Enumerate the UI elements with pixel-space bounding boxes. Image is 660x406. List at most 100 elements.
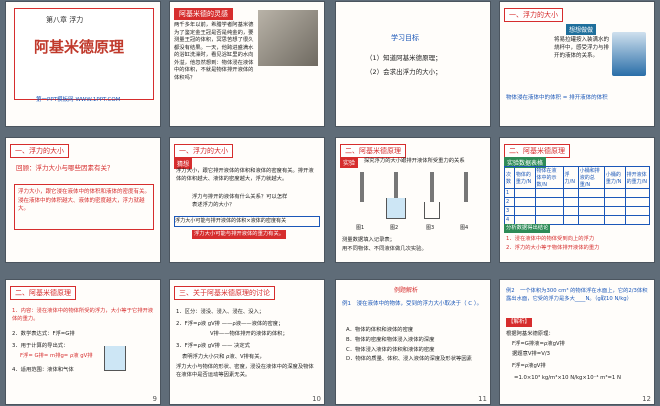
slide-thumbnail-12[interactable]: 例2 一个体积为300 cm³ 的物体浮在水面上，它的2/3体积露出水面，它受的… [500, 280, 654, 404]
beaker-photo-image [612, 32, 646, 76]
footnote-1: 测量数据填入记录表； [342, 237, 395, 243]
formula-text: F浮= G排= m排g= ρ液 gV排 [20, 353, 93, 359]
slide-body-text: 探究浮力的大小跟排开液体所受重力的关系 [364, 158, 465, 164]
solution-line-3: 据题意V排=V/3 [512, 351, 551, 357]
slide-header: 一、浮力的大小 [10, 144, 69, 158]
row-index: 2 [504, 197, 515, 207]
content-line-3: V排——物体排开的液体的体积； [210, 331, 288, 337]
spring-scale-3 [430, 172, 434, 202]
slide-thumbnail-1[interactable]: 第八章 浮力 阿基米德原理 第一PPT模板网-WWW.1PPT.COM [6, 2, 160, 126]
solution-line-2: F浮=G排液=ρ液gV排 [512, 341, 565, 347]
analysis-label: 分析数据得出结论 [504, 224, 551, 233]
beaker-3 [424, 202, 440, 219]
slide-header: 一、浮力的大小 [504, 8, 563, 22]
content-line-5: 表明浮力大小只和 ρ液、V排有关， [182, 354, 265, 360]
slide-number: 11 [478, 395, 487, 403]
content-line-3: 3．用于计算的导出式： [12, 343, 69, 349]
slide-thumbnail-6[interactable]: 一、浮力的大小 猜想 浮力大小，跟它排开液体的体积和液体的密度有关。排开液体的体… [170, 138, 324, 262]
col-header: 物体在液体中的示数/N [534, 166, 564, 189]
footer-text: 第一PPT模板网-WWW.1PPT.COM [36, 97, 121, 103]
solution-line-4: F浮=ρ液gV排 [512, 363, 546, 369]
col-header: 小桶的重力/N [603, 166, 626, 189]
fig-label-4: 图4 [460, 225, 469, 231]
section-tag: 想想做做 [566, 24, 597, 35]
fig-label-3: 图3 [426, 225, 435, 231]
col-header: 次数 [504, 166, 515, 189]
slide-header: 一、浮力的大小 [174, 144, 233, 158]
content-line-2: 2．数学表达式：F浮=G排 [12, 331, 75, 337]
option-d: D．物体的质量、体积、浸入液体的深度及形状等因素 [346, 356, 472, 362]
slide-title: 阿基米德原理 [34, 38, 125, 56]
section-tag: 实验 [340, 157, 359, 168]
hypothesis-1: 浮力大小可能与排开液体的体积×液体的密度有关 [174, 216, 320, 227]
slide-thumbnail-10[interactable]: 三、关于阿基米德原理的讨论 1．区分：浸没、浸入、浸在、没入； 2．F浮=ρ液 … [170, 280, 324, 404]
slide-header: 二、阿基米德原理 [340, 144, 406, 158]
slide-number: 9 [152, 395, 157, 403]
table-header-row: 次数 物体的重力/N 物体在液体中的示数/N 浮力/N 小桶和排液的总重/N 小… [504, 166, 651, 189]
slide-header: 二、阿基米德原理 [504, 144, 570, 158]
table-row: 3 [504, 206, 651, 216]
experiment-diagram [346, 172, 476, 224]
beaker-2 [386, 198, 406, 219]
solution-line-5: =1.0×10³ kg/m³×10 N/kg×10⁻⁴ m³=1 N [514, 375, 621, 381]
goal-2: （2）会求出浮力的大小； [366, 68, 442, 76]
answer-text: 浮力大小，跟它浸在液体中的体积和液体的密度有关。浸在液体中的体积越大、液体的密度… [18, 189, 151, 212]
row-index: 1 [504, 188, 515, 198]
hypothesis-2: 浮力大小可能与排开液体的重力有关。 [192, 230, 287, 239]
conclusion-1: 1．浸在液体中的物体受到向上的浮力 [506, 236, 595, 242]
footnote-2: 用不同物体、不同液体做几次实验。 [342, 246, 427, 252]
archimedes-portrait-image [258, 10, 318, 66]
caption-text: 物体浸在液体中的体积 = 排开液体的体积 [506, 95, 608, 101]
row-index: 3 [504, 206, 515, 216]
question-text: 浮力与排开的液体有什么关系？可以怎样表述浮力的大小？ [192, 194, 288, 208]
option-c: C．物体浸入液体的体积和液体的密度 [346, 347, 435, 353]
option-a: A．物体的体积和液体的密度 [346, 327, 414, 333]
content-line-1: 1．区分：浸没、浸入、浸在、没入； [176, 309, 265, 315]
slide-thumbnail-3[interactable]: 学习目标 （1）知道阿基米德原理； （2）会求出浮力的大小； [336, 2, 490, 126]
conclusion-2: 2．浮力的大小等于物体排开液体的重力 [506, 245, 600, 251]
question-text: 例2 一个体积为300 cm³ 的物体浮在水面上，它的2/3体积露出水面，它受的… [506, 288, 648, 302]
slide-thumbnail-2[interactable]: 阿基米德的灵感 两千多年以前，希腊学者阿基米德为了鉴定金王冠是否是纯金的，要测量… [170, 2, 324, 126]
spring-scale-1 [360, 172, 364, 202]
goal-1: （1）知道阿基米德原理； [366, 54, 442, 62]
col-header: 物体的重力/N [513, 166, 536, 189]
data-table: 次数 物体的重力/N 物体在液体中的示数/N 浮力/N 小桶和排液的总重/N 小… [504, 166, 651, 225]
col-header: 排开液体的重力/N [624, 166, 651, 189]
table-row: 1 [504, 188, 651, 198]
table-row: 2 [504, 197, 651, 207]
slide-thumbnail-7[interactable]: 二、阿基米德原理 实验 探究浮力的大小跟排开液体所受重力的关系 图1 图2 图3… [336, 138, 490, 262]
slide-thumbnail-4[interactable]: 一、浮力的大小 想想做做 将易拉罐按入装满水的烧杯中，感受浮力与排开的液体的关系… [500, 2, 654, 126]
slide-number: 12 [642, 395, 651, 403]
question-text: 回顾：浮力大小与哪些因素有关？ [16, 164, 114, 172]
slide-body-text: 将易拉罐按入装满水的烧杯中，感受浮力与排开的液体的关系。 [554, 37, 610, 59]
col-header: 小桶和排液的总重/N [577, 166, 605, 189]
slide-thumbnail-5[interactable]: 一、浮力的大小 回顾：浮力大小与哪些因素有关？ 浮力大小，跟它浸在液体中的体积和… [6, 138, 160, 262]
slide-body-text: 浮力大小，跟它排开液体的体积和液体的密度有关。排开液体的体积越大、液体的密度越大… [176, 168, 314, 182]
slide-header: 二、阿基米德原理 [10, 286, 76, 300]
content-line-6: 浮力大小与物体的形状、密度，浸没在液体中的深度及物体在液体中是否运动等因素无关。 [176, 364, 314, 378]
slide-title: 学习目标 [391, 34, 419, 42]
content-line-5: 4．适用范围：液体和气体 [12, 367, 74, 373]
question-text: 例1 浸在液体中的物体，受到的浮力大小取决于（ C ）。 [342, 301, 483, 307]
solution-line-1: 根据阿基米德原理： [506, 331, 554, 337]
spring-scale-4 [464, 172, 468, 202]
slide-thumbnail-11[interactable]: 例题解析 例1 浸在液体中的物体，受到的浮力大小取决于（ C ）。 A．物体的体… [336, 280, 490, 404]
option-b: B．物体的密度和物体浸入液体的深度 [346, 337, 435, 343]
slide-title: 例题解析 [394, 287, 419, 294]
slide-header: 阿基米德的灵感 [174, 8, 233, 20]
slide-thumbnail-8[interactable]: 二、阿基米德原理 实验数据表格 次数 物体的重力/N 物体在液体中的示数/N 浮… [500, 138, 654, 262]
fig-label-2: 图2 [390, 225, 399, 231]
chapter-label: 第八章 浮力 [46, 16, 84, 24]
analysis-tag: 【解析】 [506, 318, 533, 327]
slide-body-text: 两千多年以前，希腊学者阿基米德为了鉴定金王冠是否是纯金的，要测量王冠的体积，冥思… [174, 22, 254, 81]
spring-scale-2 [394, 172, 398, 198]
content-line-4: 3．F浮=ρ液 gV排 —— 决定式 [176, 343, 250, 349]
slide-thumbnail-9[interactable]: 二、阿基米德原理 1．内容：浸在液体中的物体所受的浮力，大小等于它排开液体的重力… [6, 280, 160, 404]
slide-number: 10 [312, 395, 321, 403]
col-header: 浮力/N [562, 166, 579, 189]
content-line-1: 1．内容：浸在液体中的物体所受的浮力，大小等于它排开液体的重力。 [12, 308, 154, 322]
beaker-diagram [104, 346, 126, 371]
slide-header: 三、关于阿基米德原理的讨论 [174, 286, 275, 300]
fig-label-1: 图1 [356, 225, 365, 231]
content-line-2: 2．F浮=ρ液 gV排 ——ρ液——液体的密度； [176, 321, 284, 327]
